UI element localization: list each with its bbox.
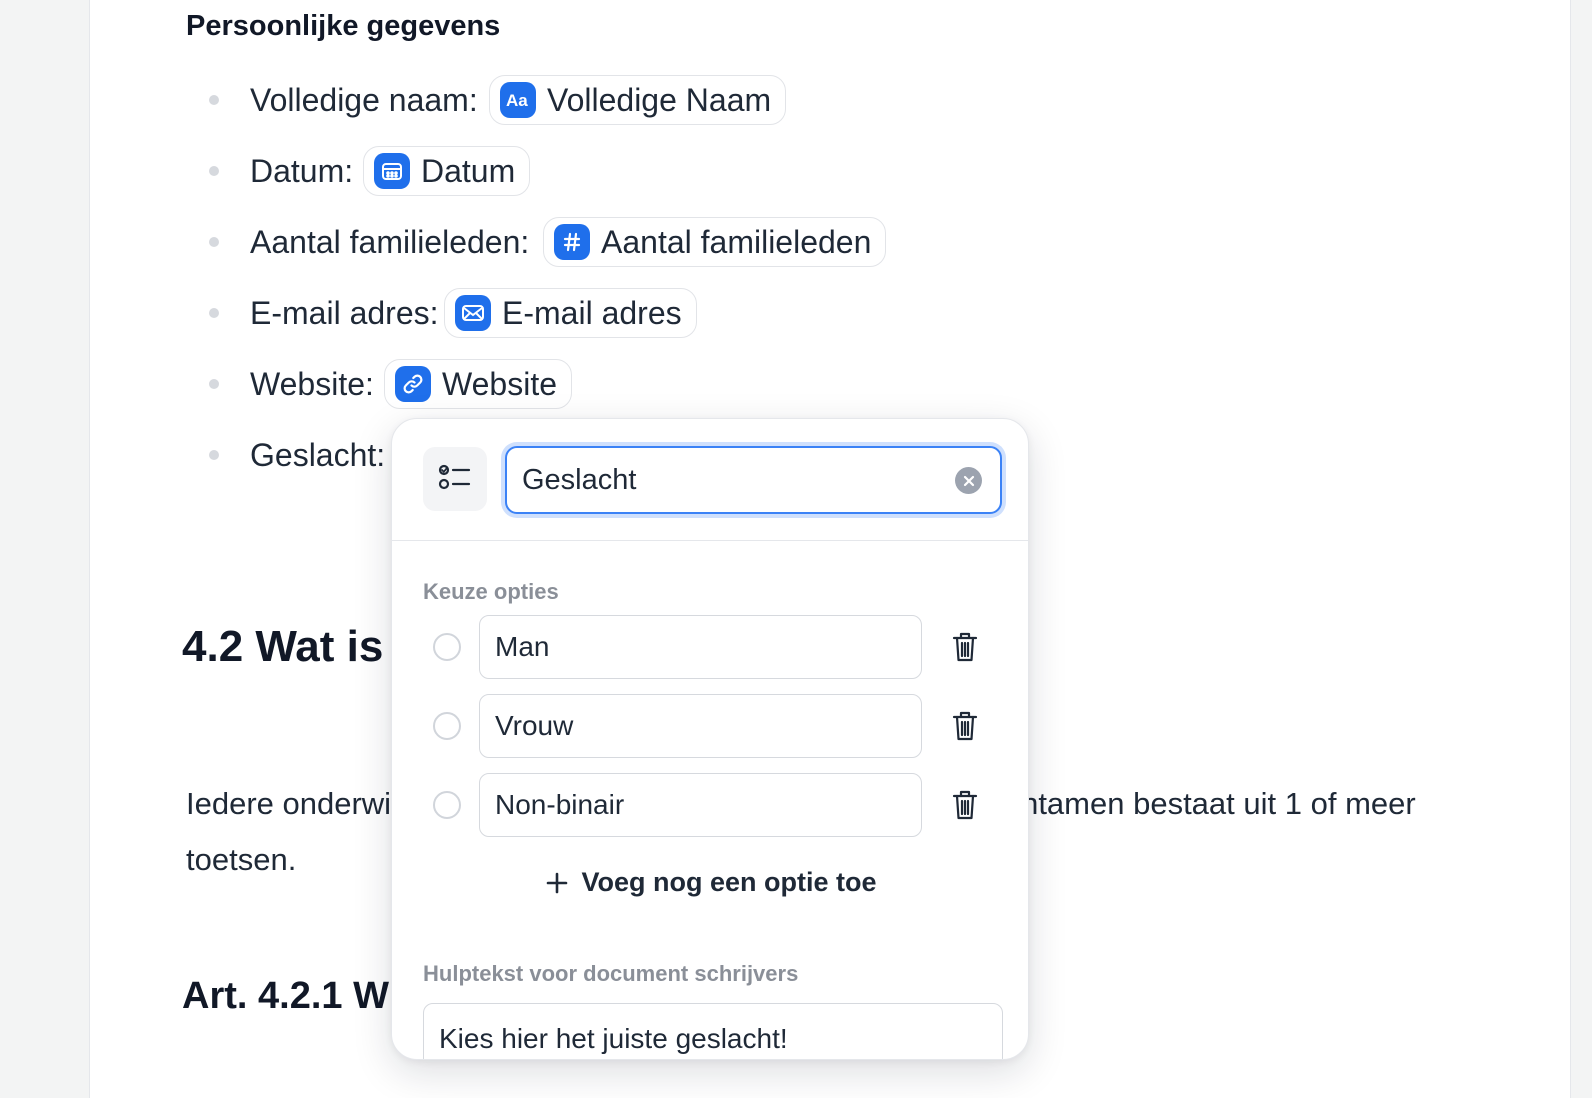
- field-label: Datum:: [250, 152, 354, 189]
- add-option-button[interactable]: Voeg nog een optie toe: [392, 867, 1028, 898]
- option-input-non-binair[interactable]: [479, 773, 922, 837]
- calendar-icon: [374, 153, 410, 189]
- delete-option-button[interactable]: [947, 629, 983, 665]
- help-text-input[interactable]: [423, 1003, 1003, 1059]
- hash-icon: [554, 224, 590, 260]
- clear-input-button[interactable]: [955, 467, 982, 494]
- body-text-line2: toetsen.: [186, 842, 297, 877]
- mail-icon: [455, 295, 491, 331]
- close-icon: [963, 475, 974, 486]
- chip-label: Website: [442, 365, 558, 402]
- option-row: [392, 615, 1028, 679]
- bullet: [209, 95, 219, 105]
- bullet: [209, 237, 219, 247]
- option-row: [392, 694, 1028, 758]
- body-text-start: Iedere onderwi: [186, 786, 392, 821]
- delete-option-button[interactable]: [947, 708, 983, 744]
- popover-header: [392, 419, 1028, 541]
- field-label: Volledige naam:: [250, 81, 478, 118]
- help-text-label: Hulptekst voor document schrijvers: [423, 961, 799, 986]
- field-name-input[interactable]: [507, 448, 1000, 512]
- field-chip-website[interactable]: Website: [384, 359, 573, 409]
- text-type-icon: Aa: [500, 82, 536, 118]
- section-title: Persoonlijke gegevens: [186, 10, 501, 42]
- option-radio[interactable]: [433, 712, 461, 740]
- body-text-end: ntamen bestaat uit 1 of meer: [1021, 786, 1416, 821]
- chip-label: Volledige Naam: [547, 81, 772, 118]
- list-item: E-mail adres: E-mail adres: [0, 287, 1000, 339]
- section-heading: 4.2 Wat is: [182, 622, 384, 671]
- field-editor-popover: Keuze opties: [391, 418, 1029, 1060]
- list-item: Datum: Datum: [0, 145, 1000, 197]
- bullet: [209, 166, 219, 176]
- trash-icon: [952, 632, 978, 662]
- list-item: Website: Website: [0, 358, 1000, 410]
- field-label: Aantal familieleden:: [250, 223, 530, 260]
- field-chip-volledige-naam[interactable]: Aa Volledige Naam: [489, 75, 787, 125]
- trash-icon: [952, 711, 978, 741]
- chip-label: Datum: [421, 152, 516, 189]
- options-label: Keuze opties: [423, 579, 559, 604]
- option-radio[interactable]: [433, 791, 461, 819]
- list-item: Volledige naam: Aa Volledige Naam: [0, 74, 1000, 126]
- option-input-man[interactable]: [479, 615, 922, 679]
- field-type-button[interactable]: [423, 447, 487, 511]
- option-input-vrouw[interactable]: [479, 694, 922, 758]
- chip-label: E-mail adres: [502, 294, 682, 331]
- option-row: [392, 773, 1028, 837]
- field-chip-datum[interactable]: Datum: [363, 146, 531, 196]
- trash-icon: [952, 790, 978, 820]
- add-option-label: Voeg nog een optie toe: [581, 867, 877, 897]
- delete-option-button[interactable]: [947, 787, 983, 823]
- bullet: [209, 450, 219, 460]
- svg-text:Aa: Aa: [506, 91, 528, 109]
- field-label: Geslacht:: [250, 436, 386, 473]
- bullet: [209, 379, 219, 389]
- field-label: Website:: [250, 365, 374, 402]
- choice-list-icon: [438, 462, 472, 497]
- plus-icon: [545, 871, 569, 895]
- field-chip-email[interactable]: E-mail adres: [444, 288, 697, 338]
- list-item: Aantal familieleden: Aantal familieleden: [0, 216, 1000, 268]
- link-icon: [395, 366, 431, 402]
- article-heading: Art. 4.2.1 W: [182, 975, 389, 1017]
- chip-label: Aantal familieleden: [601, 223, 872, 260]
- field-chip-aantal-familieleden[interactable]: Aantal familieleden: [543, 217, 887, 267]
- field-name-input-wrapper: [505, 446, 1002, 514]
- bullet: [209, 308, 219, 318]
- option-radio[interactable]: [433, 633, 461, 661]
- field-label: E-mail adres:: [250, 294, 439, 331]
